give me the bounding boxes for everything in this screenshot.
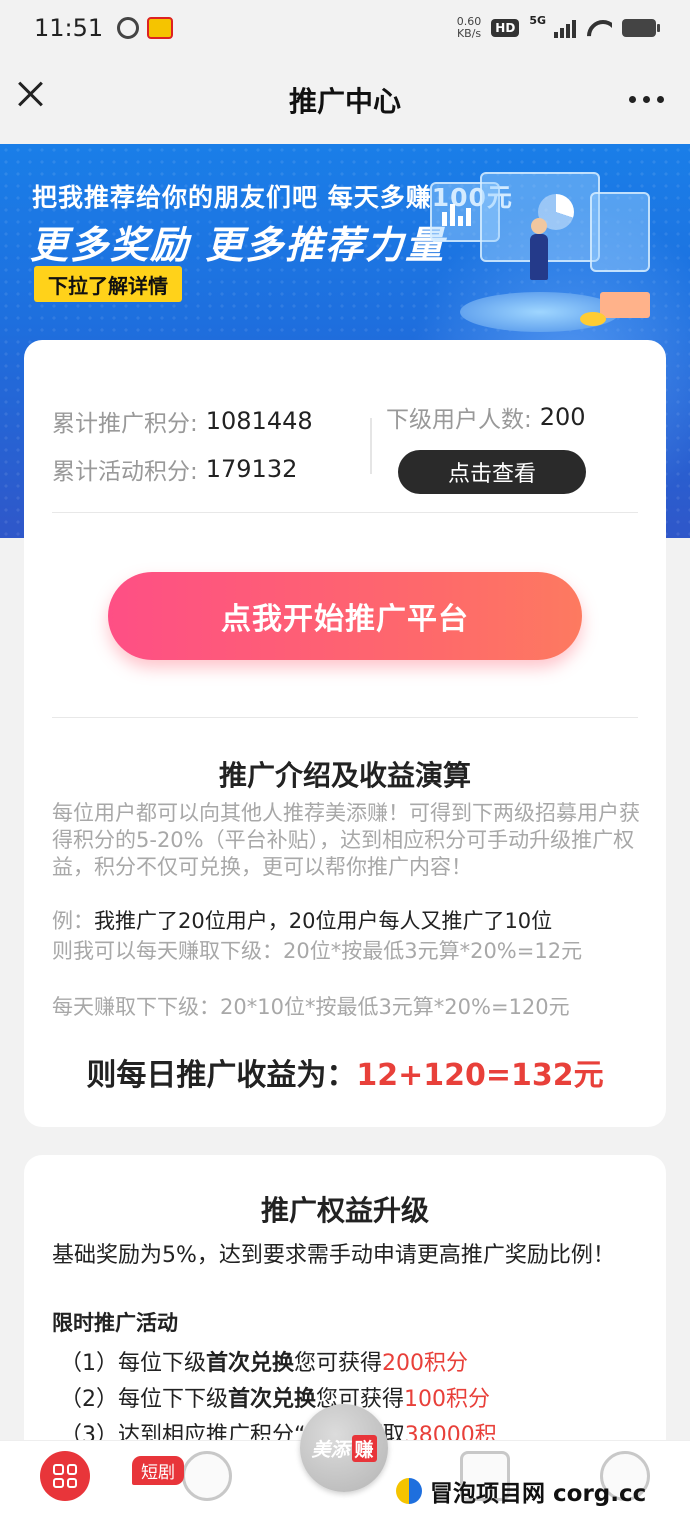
page-header: 推广中心	[0, 56, 690, 144]
start-promotion-button[interactable]: 点我开始推广平台	[108, 572, 582, 660]
intro-example: 例：我推广了20位用户，20位用户每人又推广了10位	[52, 909, 553, 933]
close-icon[interactable]	[14, 78, 46, 110]
status-right-icons: 0.60 KB/s HD 5G	[456, 13, 660, 40]
upgrade-title: 推广权益升级	[260, 1194, 429, 1227]
upgrade-description: 基础奖励为5%，达到要求需手动申请更高推广奖励比例！	[52, 1243, 615, 1268]
divider	[370, 418, 372, 474]
divider	[52, 717, 638, 718]
view-sub-users-button[interactable]: 点击查看	[398, 450, 586, 494]
banner-illustration	[420, 152, 660, 342]
limited-activity-title: 限时推广活动	[52, 1311, 178, 1335]
daily-earnings-result: 则每日推广收益为：12+120=132元	[86, 1058, 604, 1093]
intro-calc-level2: 每天赚取下下级：20*10位*按最低3元算*20%=120元	[52, 995, 570, 1019]
stats-panel: 累计推广积分: 1081448 累计活动积分: 179132 下级用户人数: 2…	[52, 398, 642, 498]
page-title: 推广中心	[288, 85, 401, 118]
battery-icon	[622, 19, 660, 37]
sub-user-count: 下级用户人数: 200	[386, 403, 586, 433]
total-promo-points: 累计推广积分: 1081448	[52, 407, 313, 437]
app-notification-icon	[117, 17, 140, 39]
nav-discover-icon[interactable]	[182, 1451, 232, 1501]
activity-item: （2）每位下下级首次兑换您可获得100积分	[60, 1387, 491, 1412]
net-speed: 0.60 KB/s	[456, 15, 482, 40]
banner-slogan: 更多奖励 更多推荐力量	[30, 223, 446, 267]
wifi-icon	[586, 18, 612, 38]
watermark-logo-icon	[396, 1478, 422, 1504]
intro-calc-level1: 则我可以每天赚取下级：20位*按最低3元算*20%=12元	[52, 939, 583, 963]
total-activity-points: 累计活动积分: 179132	[52, 455, 298, 485]
money-icon	[600, 292, 650, 318]
network-type: 5G	[529, 13, 546, 27]
promo-stats-card: 累计推广积分: 1081448 累计活动积分: 179132 下级用户人数: 2…	[24, 340, 666, 1127]
center-earn-button[interactable]: 美添赚	[300, 1404, 388, 1492]
coins-icon	[580, 312, 606, 326]
meituan-app-icon	[147, 17, 174, 39]
status-bar: 11:51 0.60 KB/s HD 5G	[0, 0, 690, 56]
person-figure	[530, 234, 548, 280]
status-notification-icons	[117, 17, 174, 39]
divider	[52, 512, 638, 513]
watermark: 冒泡项目网 corg.cc	[396, 1474, 646, 1508]
banner-details-button[interactable]: 下拉了解详情	[34, 266, 182, 302]
activity-item: （1）每位下级首次兑换您可获得200积分	[60, 1351, 469, 1376]
intro-title: 推广介绍及收益演算	[218, 759, 471, 792]
intro-description: 每位用户都可以向其他人推荐美添赚！可得到下两级招募用户获得积分的5-20%（平台…	[52, 801, 640, 879]
short-drama-badge: 短剧	[132, 1456, 184, 1485]
more-options-icon[interactable]	[629, 96, 664, 103]
hd-icon: HD	[491, 19, 520, 37]
signal-icon	[554, 18, 576, 38]
nav-home-icon[interactable]	[40, 1451, 90, 1501]
status-time: 11:51	[34, 14, 104, 42]
